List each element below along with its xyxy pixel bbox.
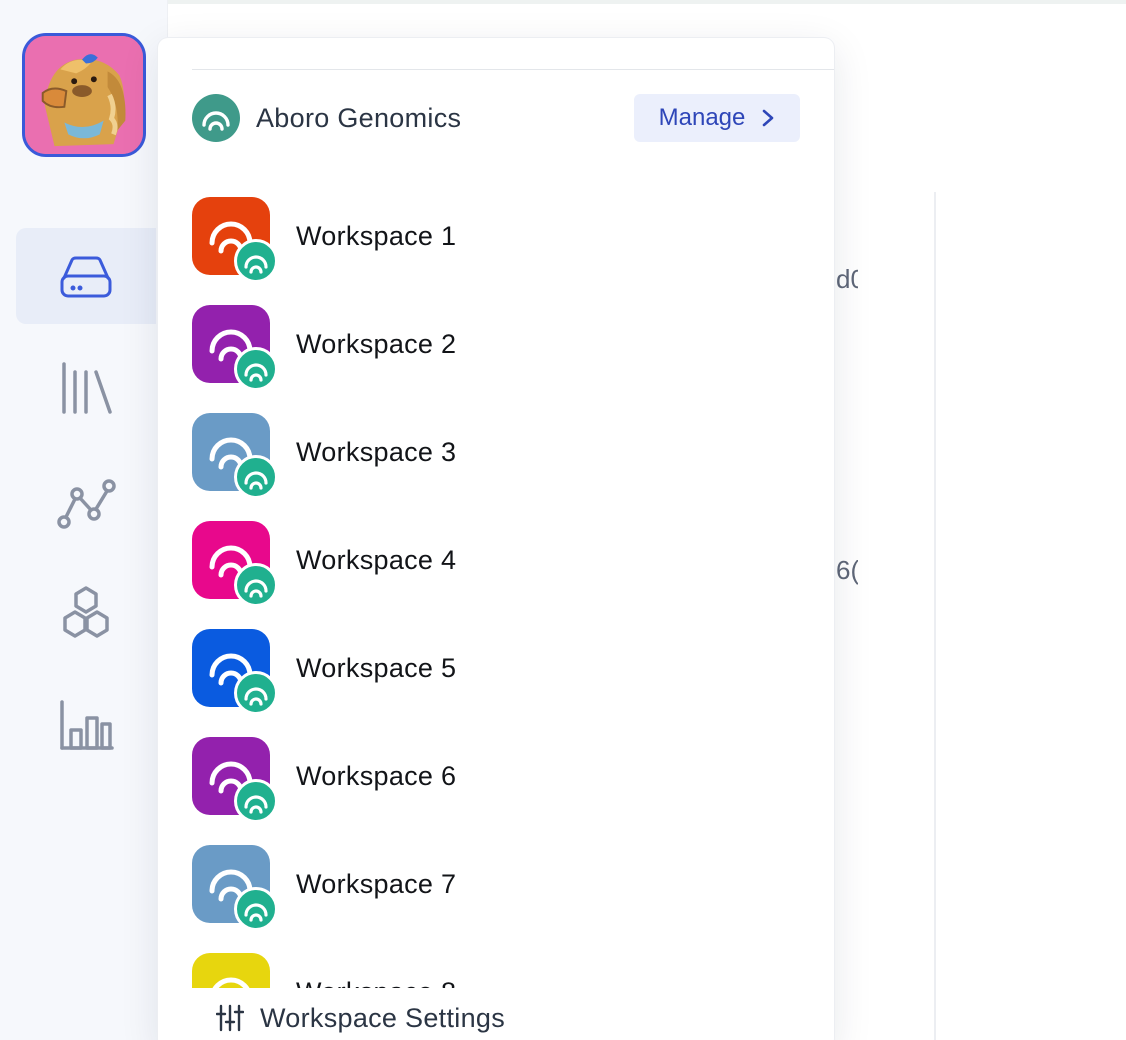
sidebar-item-workflows[interactable] — [16, 452, 156, 548]
organization-badge-icon — [234, 347, 278, 391]
organization-badge-icon — [234, 455, 278, 499]
hexagon-cluster-icon — [63, 586, 109, 638]
organization-badge-icon — [234, 671, 278, 715]
workspace-item[interactable]: Workspace 2 — [192, 290, 812, 398]
workspace-icon — [192, 305, 278, 391]
background-text-fragment: 6( — [836, 555, 858, 585]
workspace-label: Workspace 6 — [296, 760, 457, 791]
avatar-dog-image — [25, 36, 143, 154]
workspace-icon — [192, 737, 278, 823]
organization-badge-icon — [234, 887, 278, 931]
workspace-label: Workspace 2 — [296, 328, 457, 359]
workspace-label: Workspace 3 — [296, 436, 457, 467]
workspace-settings-label: Workspace Settings — [260, 1002, 506, 1033]
workspace-item[interactable]: Workspace 1 — [192, 182, 812, 290]
workspace-icon — [192, 197, 278, 283]
user-avatar[interactable] — [22, 33, 146, 157]
workspace-item[interactable]: Workspace 6 — [192, 722, 812, 830]
workspace-label: Workspace 1 — [296, 220, 457, 251]
workspace-settings-button[interactable]: Workspace Settings — [158, 988, 834, 1040]
workspace-icon — [192, 629, 278, 715]
workspace-list: Workspace 1 Workspace 2 Workspace 3 Workspa… — [192, 182, 812, 988]
workspace-icon — [192, 413, 278, 499]
content-divider — [934, 192, 936, 1040]
workspace-label: Workspace 5 — [296, 652, 457, 683]
workspace-item[interactable]: Workspace 4 — [192, 506, 812, 614]
workspace-label: Workspace 8 — [296, 977, 456, 989]
organization-logo-icon — [192, 94, 240, 142]
workspace-label: Workspace 7 — [296, 868, 457, 899]
workspace-item[interactable]: Workspace 8 — [192, 938, 812, 988]
organization-row: Aboro Genomics Manage — [192, 94, 800, 142]
workspace-icon — [192, 845, 278, 931]
workspace-icon — [192, 953, 270, 988]
manage-organization-button[interactable]: Manage — [634, 94, 800, 142]
organization-badge-icon — [234, 563, 278, 607]
top-border — [168, 0, 1126, 4]
divider — [192, 69, 834, 70]
workspace-icon — [192, 521, 278, 607]
workflow-graph-icon — [57, 479, 116, 529]
organization-name: Aboro Genomics — [256, 102, 462, 133]
workspace-item[interactable]: Workspace 7 — [192, 830, 812, 938]
background-text-fragment: d0 — [836, 264, 858, 294]
sidebar-item-storage[interactable] — [16, 228, 156, 324]
sliders-icon — [216, 1004, 244, 1032]
workspace-item[interactable]: Workspace 5 — [192, 614, 812, 722]
storage-drive-icon — [60, 256, 112, 298]
sidebar-item-analytics[interactable] — [16, 676, 156, 772]
bar-chart-icon — [60, 700, 114, 750]
sidebar-item-modules[interactable] — [16, 564, 156, 660]
manage-button-label: Manage — [658, 104, 746, 131]
sidebar-rail — [0, 0, 168, 1040]
library-icon — [62, 362, 112, 414]
organization-badge-icon — [234, 779, 278, 823]
workspace-label: Workspace 4 — [296, 544, 457, 575]
workspace-item[interactable]: Workspace 3 — [192, 398, 812, 506]
organization-badge-icon — [234, 239, 278, 283]
chevron-right-icon — [763, 109, 774, 127]
workspace-switcher-dropdown: Aboro Genomics Manage Workspace 1 Workspa… — [158, 38, 834, 1040]
sidebar-item-library[interactable] — [16, 340, 156, 436]
